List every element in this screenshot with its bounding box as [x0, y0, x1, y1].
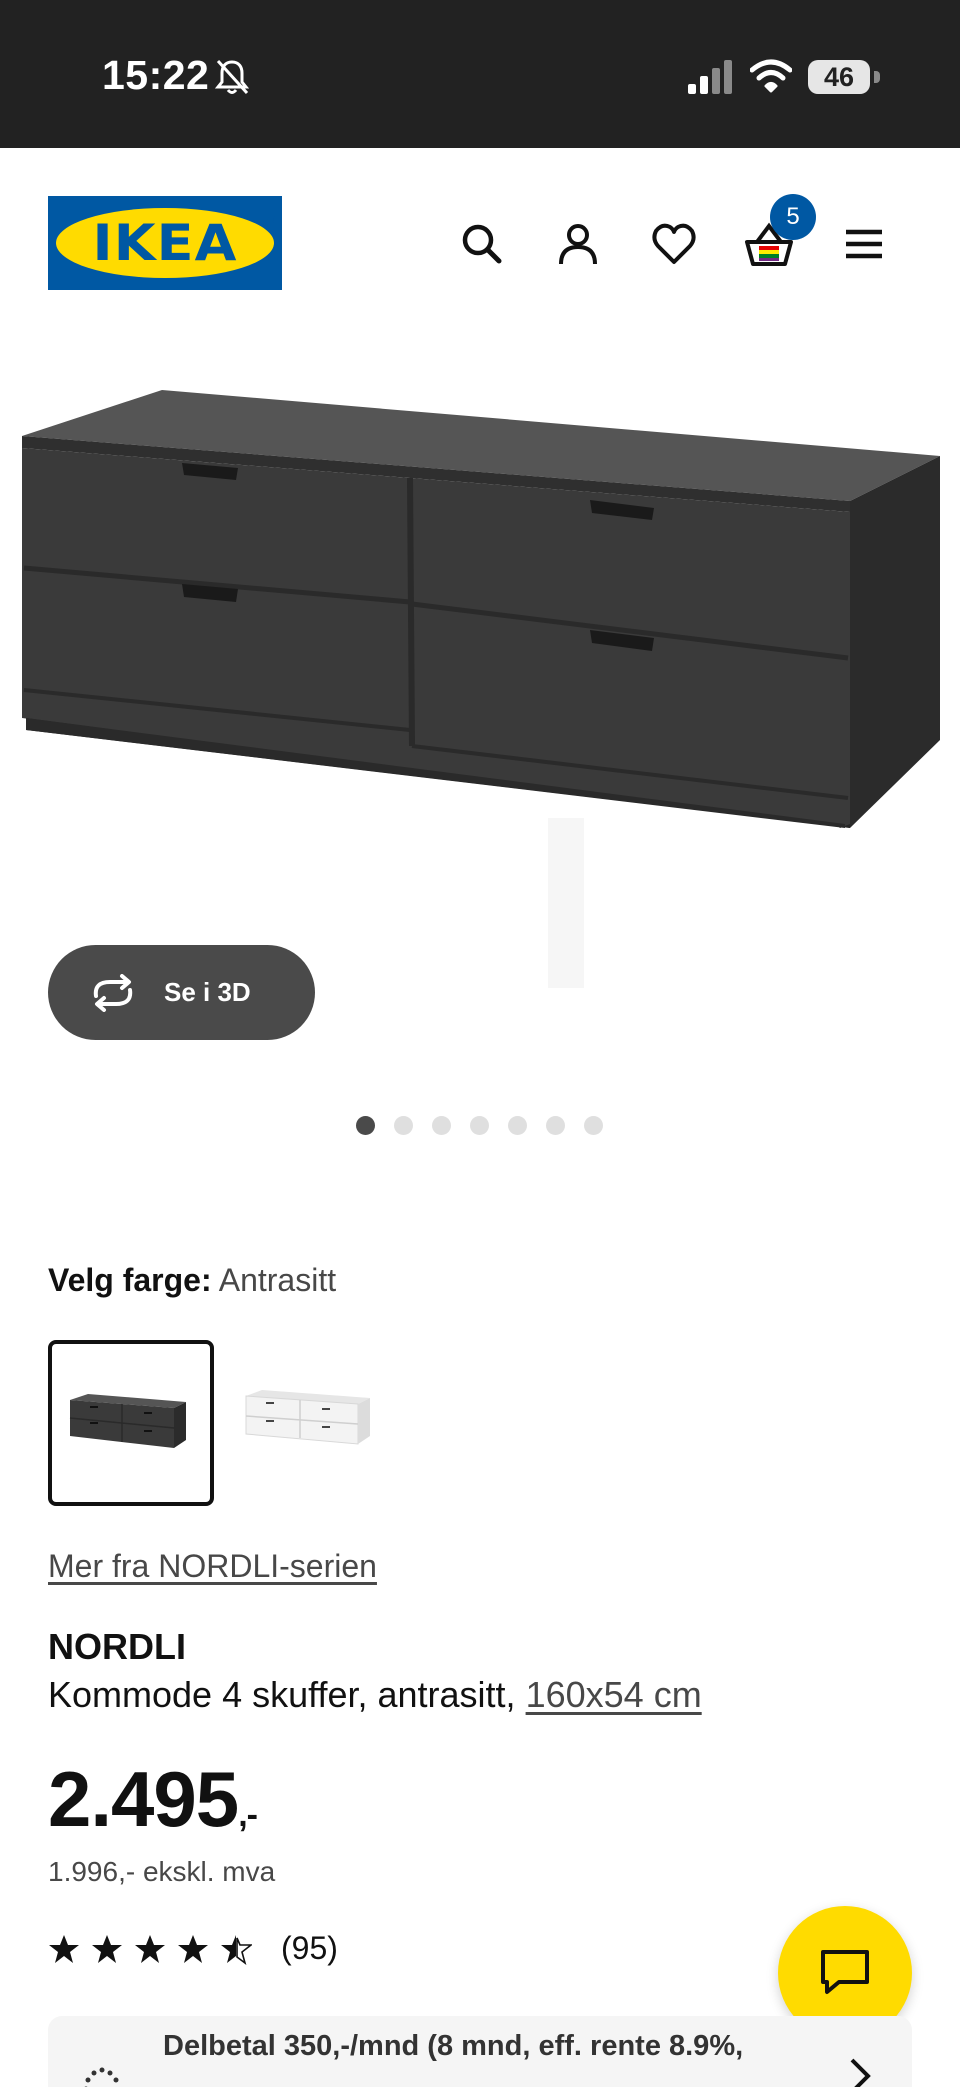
color-swatch-antrasitt[interactable] [48, 1340, 214, 1506]
price-excl-vat: 1.996,- ekskl. mva [48, 1856, 276, 1887]
product-rating[interactable]: (95) [48, 1930, 338, 1967]
menu-icon[interactable] [840, 220, 888, 268]
rotate-3d-icon [93, 973, 133, 1012]
color-label: Velg farge: [48, 1262, 212, 1298]
view-3d-button[interactable]: Se i 3D [48, 945, 315, 1040]
bell-muted-icon [214, 59, 250, 95]
product-image[interactable] [0, 338, 960, 988]
color-value: Antrasitt [218, 1262, 337, 1298]
color-picker-heading: Velg farge: Antrasitt [48, 1262, 336, 1299]
chevron-right-icon [850, 2058, 871, 2087]
price-suffix: ,- [238, 1796, 258, 1834]
account-icon[interactable] [554, 220, 602, 268]
signal-icon [688, 60, 732, 94]
heart-icon[interactable] [650, 220, 698, 268]
view-3d-label: Se i 3D [164, 977, 251, 1007]
search-icon[interactable] [458, 220, 506, 268]
review-count: (95) [281, 1930, 338, 1966]
star-half-icon [221, 1934, 252, 1965]
dresser-thumbnail-white [245, 1390, 370, 1445]
gallery-dot[interactable] [394, 1116, 413, 1135]
gallery-pagination [356, 1116, 603, 1136]
ikea-logo[interactable]: IKEA R [48, 196, 282, 290]
color-swatch-white[interactable] [236, 1340, 402, 1506]
site-header: IKEA R 5 [0, 148, 960, 338]
battery-icon: 46 [808, 60, 880, 94]
gallery-dot[interactable] [470, 1116, 489, 1135]
installment-icon [84, 2067, 119, 2087]
dresser-image [22, 390, 940, 988]
product-description-text: Kommode 4 skuffer, antrasitt, [48, 1674, 516, 1715]
star-icon [92, 1934, 122, 1963]
series-link[interactable]: Mer fra NORDLI-serien [48, 1548, 377, 1585]
size-link[interactable]: 160x54 cm [526, 1674, 702, 1715]
star-icon [178, 1934, 208, 1963]
product-price: 2.495,- [48, 1754, 258, 1845]
price-value: 2.495 [48, 1755, 239, 1843]
battery-level: 46 [808, 60, 870, 94]
financing-text: Delbetal 350,-/mnd (8 mnd, eff. rente 8.… [163, 2030, 744, 2062]
wifi-icon [750, 59, 792, 93]
gallery-dot[interactable] [508, 1116, 527, 1135]
dresser-thumbnail-antrasitt [69, 1394, 186, 1448]
gallery-dot[interactable] [584, 1116, 603, 1135]
financing-card[interactable]: Delbetal 350,-/mnd (8 mnd, eff. rente 8.… [48, 2016, 912, 2087]
cart-count-badge: 5 [770, 194, 816, 240]
chat-icon [821, 1950, 869, 1994]
logo-text: IKEA [92, 214, 238, 272]
star-icon [135, 1934, 165, 1963]
product-description: Kommode 4 skuffer, antrasitt, 160x54 cm [48, 1674, 702, 1716]
gallery-dot[interactable] [356, 1116, 375, 1135]
product-name: NORDLI [48, 1626, 186, 1667]
gallery-dot[interactable] [432, 1116, 451, 1135]
status-time: 15:22 [102, 52, 210, 98]
gallery-dot[interactable] [546, 1116, 565, 1135]
star-icon [49, 1934, 79, 1963]
status-bar: 15:22 46 [0, 0, 960, 148]
